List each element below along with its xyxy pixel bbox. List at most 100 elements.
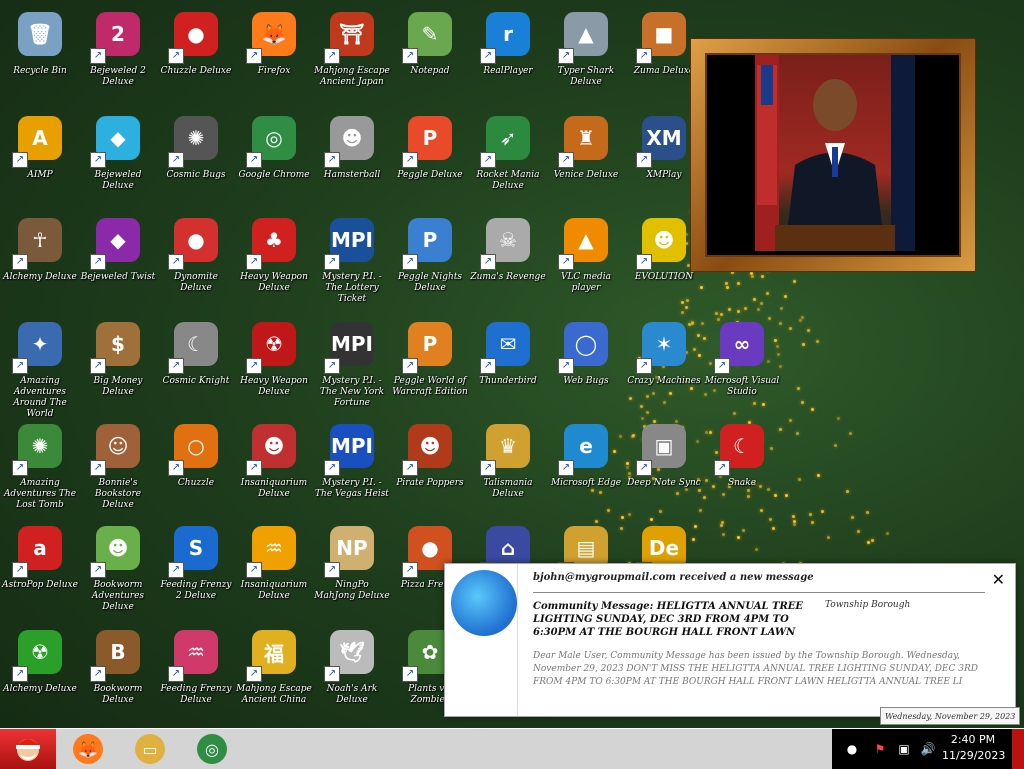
desktop-icon[interactable]: P ↗ Peggle World of Warcraft Edition xyxy=(390,314,470,414)
desktop-icon-label: Dynomite Deluxe xyxy=(156,272,236,294)
shortcut-arrow-icon: ↗ xyxy=(402,460,418,476)
dot-icon[interactable]: ● xyxy=(844,741,860,757)
desktop-icon[interactable]: ✶ ↗ Crazy Machines xyxy=(624,314,704,414)
desktop-icon[interactable]: ☢ ↗ Heavy Weapon Deluxe xyxy=(234,314,314,414)
santa-start-icon xyxy=(11,732,45,766)
app-icon: ☻ ↗ xyxy=(94,524,142,572)
desktop-icon[interactable]: ♛ ↗ Talismania Deluxe xyxy=(468,416,548,516)
desktop-icon[interactable]: ∞ ↗ Microsoft Visual Studio xyxy=(702,314,782,414)
desktop-icon-label: Heavy Weapon Deluxe xyxy=(234,272,314,294)
notification-sender: Township Borough xyxy=(825,600,910,610)
desktop-icon[interactable]: ✺ ↗ Cosmic Bugs xyxy=(156,108,236,208)
notification-body: Dear Male User, Community Message has be… xyxy=(533,650,988,689)
desktop-icon-label: AstroPop Deluxe xyxy=(0,580,80,591)
desktop-icon[interactable]: ▲ ↗ VLC media player xyxy=(546,210,626,310)
photo-frame-widget[interactable] xyxy=(690,38,976,272)
app-icon: ◯ ↗ xyxy=(562,320,610,368)
desktop-icon[interactable]: ☾ ↗ Cosmic Knight xyxy=(156,314,236,414)
desktop-icon[interactable]: P ↗ Peggle Nights Deluxe xyxy=(390,210,470,310)
shortcut-arrow-icon: ↗ xyxy=(402,48,418,64)
desktop-icon[interactable]: a ↗ AstroPop Deluxe xyxy=(0,518,80,618)
app-icon: MPI ↗ xyxy=(328,320,376,368)
desktop-icon[interactable]: ⛩ ↗ Mahjong Escape Ancient Japan xyxy=(312,4,392,104)
app-icon: ◆ ↗ xyxy=(94,216,142,264)
desktop-icon-label: Google Chrome xyxy=(234,170,314,181)
desktop-icon[interactable]: ✉ ↗ Thunderbird xyxy=(468,314,548,414)
desktop-icon[interactable]: MPI ↗ Mystery P.I. - The Vegas Heist xyxy=(312,416,392,516)
desktop-icon[interactable]: 🦊 ↗ Firefox xyxy=(234,4,314,104)
show-desktop-button[interactable] xyxy=(1012,729,1024,769)
desktop-icon-label: Amazing Adventures The Lost Tomb xyxy=(0,478,80,511)
desktop-icon[interactable]: ➶ ↗ Rocket Mania Deluxe xyxy=(468,108,548,208)
desktop-icon[interactable]: e ↗ Microsoft Edge xyxy=(546,416,626,516)
app-icon: ◎ ↗ xyxy=(250,114,298,162)
shortcut-arrow-icon: ↗ xyxy=(636,460,652,476)
shortcut-arrow-icon: ↗ xyxy=(90,254,106,270)
desktop-icon[interactable]: $ ↗ Big Money Deluxe xyxy=(78,314,158,414)
thunderbird-notification[interactable]: bjohn@mygroupmail.com received a new mes… xyxy=(444,563,1016,717)
file-explorer-taskbar-button[interactable]: ▭ xyxy=(122,729,178,769)
desktop-icon[interactable]: ♒ ↗ Feeding Frenzy Deluxe xyxy=(156,622,236,722)
desktop-icon[interactable]: ◯ ↗ Web Bugs xyxy=(546,314,626,414)
desktop-icon-label: Peggle World of Warcraft Edition xyxy=(390,376,470,398)
desktop-icon[interactable]: ◆ ↗ Bejeweled Deluxe xyxy=(78,108,158,208)
desktop-icon[interactable]: 🗑 Recycle Bin xyxy=(0,4,80,104)
desktop-icon[interactable]: ☻ ↗ Bookworm Adventures Deluxe xyxy=(78,518,158,618)
desktop-icon[interactable]: 2 ↗ Bejeweled 2 Deluxe xyxy=(78,4,158,104)
desktop-icon[interactable]: ○ ↗ Chuzzle xyxy=(156,416,236,516)
start-button[interactable] xyxy=(0,729,56,769)
desktop-icon[interactable]: ● ↗ Dynomite Deluxe xyxy=(156,210,236,310)
chrome-taskbar-button[interactable]: ◎ xyxy=(184,729,240,769)
desktop-icon[interactable]: 福 ↗ Mahjong Escape Ancient China xyxy=(234,622,314,722)
desktop-icon[interactable]: A ↗ AIMP xyxy=(0,108,80,208)
app-icon: ☺ ↗ xyxy=(94,422,142,470)
desktop-icon-label: Venice Deluxe xyxy=(546,170,626,181)
shortcut-arrow-icon: ↗ xyxy=(12,460,28,476)
app-icon: ✦ ↗ xyxy=(16,320,64,368)
app-icon: ♜ ↗ xyxy=(562,114,610,162)
security-alert-icon[interactable]: ⚑ xyxy=(872,741,888,757)
network-icon[interactable]: ▣ xyxy=(896,741,912,757)
desktop-icon[interactable]: B ↗ Bookworm Deluxe xyxy=(78,622,158,722)
shortcut-arrow-icon: ↗ xyxy=(558,48,574,64)
desktop-icon[interactable]: ☻ ↗ Pirate Poppers xyxy=(390,416,470,516)
desktop-icon[interactable]: ✎ ↗ Notepad xyxy=(390,4,470,104)
shortcut-arrow-icon: ↗ xyxy=(558,460,574,476)
app-icon: ➶ ↗ xyxy=(484,114,532,162)
desktop-icon-label: Snake xyxy=(702,478,782,489)
system-tray: ● ⚑ ▣ 🔊 2:40 PM 11/29/2023 xyxy=(832,729,1024,769)
desktop-icon[interactable]: ☥ ↗ Alchemy Deluxe xyxy=(0,210,80,310)
desktop-icon[interactable]: ♜ ↗ Venice Deluxe xyxy=(546,108,626,208)
desktop-icon[interactable]: r ↗ RealPlayer xyxy=(468,4,548,104)
taskbar-clock[interactable]: 2:40 PM 11/29/2023 xyxy=(942,732,1004,764)
volume-icon[interactable]: 🔊 xyxy=(920,741,936,757)
desktop-icon[interactable]: ☻ ↗ Hamsterball xyxy=(312,108,392,208)
desktop-icon[interactable]: ▲ ↗ Typer Shark Deluxe xyxy=(546,4,626,104)
desktop-icon[interactable]: P ↗ Peggle Deluxe xyxy=(390,108,470,208)
desktop-icon-label: Typer Shark Deluxe xyxy=(546,66,626,88)
desktop-icon-label: AIMP xyxy=(0,170,80,181)
desktop-icon[interactable]: ◆ ↗ Bejeweled Twist xyxy=(78,210,158,310)
desktop-icon[interactable]: ♣ ↗ Heavy Weapon Deluxe xyxy=(234,210,314,310)
app-icon: ♒ ↗ xyxy=(250,524,298,572)
desktop-icon[interactable]: ◎ ↗ Google Chrome xyxy=(234,108,314,208)
desktop-icon[interactable]: ☠ ↗ Zuma's Revenge xyxy=(468,210,548,310)
desktop[interactable]: 🗑 Recycle Bin 2 ↗ Bejeweled 2 Deluxe ● ↗ Chuzzl… xyxy=(0,0,1024,728)
desktop-icon[interactable]: ✺ ↗ Amazing Adventures The Lost Tomb xyxy=(0,416,80,516)
close-icon[interactable]: ✕ xyxy=(992,570,1005,589)
desktop-icon[interactable]: ● ↗ Chuzzle Deluxe xyxy=(156,4,236,104)
desktop-icon[interactable]: ☻ ↗ Insaniquarium Deluxe xyxy=(234,416,314,516)
desktop-icon[interactable]: ▣ ↗ Deep Note Sync xyxy=(624,416,704,516)
desktop-icon[interactable]: S ↗ Feeding Frenzy 2 Deluxe xyxy=(156,518,236,618)
firefox-taskbar-button[interactable]: 🦊 xyxy=(60,729,116,769)
desktop-icon[interactable]: MPI ↗ Mystery P.I. - The New York Fortune xyxy=(312,314,392,414)
desktop-icon[interactable]: ☺ ↗ Bonnie's Bookstore Deluxe xyxy=(78,416,158,516)
desktop-icon[interactable]: ♒ ↗ Insaniquarium Deluxe xyxy=(234,518,314,618)
desktop-icon[interactable]: ☾ ↗ Snake xyxy=(702,416,782,516)
desktop-icon[interactable]: ☢ ↗ Alchemy Deluxe xyxy=(0,622,80,722)
shortcut-arrow-icon: ↗ xyxy=(168,562,184,578)
desktop-icon[interactable]: ✦ ↗ Amazing Adventures Around The World xyxy=(0,314,80,414)
desktop-icon[interactable]: MPI ↗ Mystery P.I. - The Lottery Ticket xyxy=(312,210,392,310)
desktop-icon[interactable]: NP ↗ NingPo MahJong Deluxe xyxy=(312,518,392,618)
desktop-icon[interactable]: 🕊 ↗ Noah's Ark Deluxe xyxy=(312,622,392,722)
